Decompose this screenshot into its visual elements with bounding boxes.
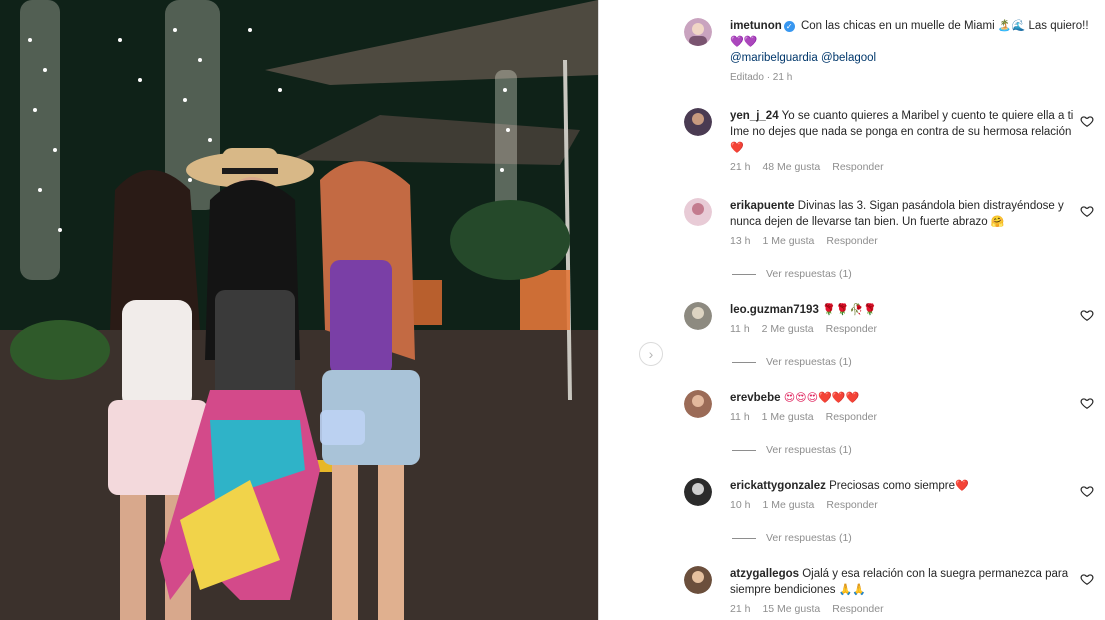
view-replies-link[interactable]: Ver respuestas (1) bbox=[732, 532, 852, 544]
edited-timestamp: Editado · 21 h bbox=[730, 72, 793, 83]
comment-item: yen_j_24 Yo se cuanto quieres a Maribel … bbox=[684, 108, 1094, 173]
heart-icon[interactable] bbox=[1080, 484, 1094, 498]
view-replies-label: Ver respuestas (1) bbox=[766, 268, 852, 280]
comment-text: erickattygonzalez Preciosas como siempre… bbox=[730, 478, 1094, 494]
avatar[interactable] bbox=[684, 478, 712, 506]
comment-text: yen_j_24 Yo se cuanto quieres a Maribel … bbox=[730, 108, 1094, 156]
view-replies-label: Ver respuestas (1) bbox=[766, 356, 852, 368]
comment-likes[interactable]: 15 Me gusta bbox=[762, 603, 820, 615]
comment-item: leo.guzman7193 🌹🌹🥀🌹 11 h 2 Me gusta Resp… bbox=[684, 302, 1094, 335]
comment-meta: 11 h 2 Me gusta Responder bbox=[730, 323, 1094, 335]
avatar[interactable] bbox=[684, 18, 712, 46]
comments-panel: imetunon ✓ Con las chicas en un muelle de… bbox=[672, 0, 1105, 620]
reply-button[interactable]: Responder bbox=[826, 499, 877, 511]
comment-emoji: 🙏🙏 bbox=[838, 583, 867, 596]
next-arrow-button[interactable]: › bbox=[639, 342, 663, 366]
caption-hearts: 💜💜 bbox=[730, 35, 758, 48]
comment-item: erickattygonzalez Preciosas como siempre… bbox=[684, 478, 1094, 511]
mention-link[interactable]: @maribelguardia bbox=[730, 52, 818, 64]
post-photo[interactable] bbox=[0, 0, 598, 620]
comment-item: erevbebe 😍😍😍❤️❤️❤️ 11 h 1 Me gusta Respo… bbox=[684, 390, 1094, 423]
comment-username[interactable]: erickattygonzalez bbox=[730, 480, 826, 492]
comment-item: atzygallegos Ojalá y esa relación con la… bbox=[684, 566, 1094, 615]
reply-button[interactable]: Responder bbox=[826, 411, 877, 423]
avatar[interactable] bbox=[684, 108, 712, 136]
comment-likes[interactable]: 2 Me gusta bbox=[762, 323, 814, 335]
comment-time: 11 h bbox=[730, 323, 750, 335]
panel-divider bbox=[598, 0, 599, 620]
verified-badge-icon: ✓ bbox=[783, 21, 795, 32]
comment-emoji: 😍😍😍❤️❤️❤️ bbox=[783, 391, 860, 404]
replies-line bbox=[732, 361, 756, 363]
comment-item: erikapuente Divinas las 3. Sigan pasándo… bbox=[684, 198, 1094, 247]
comment-time: 21 h bbox=[730, 161, 751, 173]
comment-username[interactable]: leo.guzman7193 bbox=[730, 304, 819, 316]
comment-likes[interactable]: 48 Me gusta bbox=[762, 161, 820, 173]
comment-emoji: 🤗 bbox=[990, 215, 1005, 228]
avatar[interactable] bbox=[684, 302, 712, 330]
heart-icon[interactable] bbox=[1080, 114, 1094, 128]
heart-icon[interactable] bbox=[1080, 572, 1094, 586]
photo-scene bbox=[0, 0, 598, 620]
comment-body: Yo se cuanto quieres a Maribel y cuento … bbox=[730, 110, 1074, 138]
reply-button[interactable]: Responder bbox=[826, 235, 877, 247]
comment-meta: 11 h 1 Me gusta Responder bbox=[730, 411, 1094, 423]
avatar[interactable] bbox=[684, 198, 712, 226]
replies-line bbox=[732, 273, 756, 275]
view-replies-link[interactable]: Ver respuestas (1) bbox=[732, 356, 852, 368]
caption-username[interactable]: imetunon bbox=[730, 20, 782, 32]
chevron-right-icon: › bbox=[648, 346, 654, 362]
comment-time: 21 h bbox=[730, 603, 751, 615]
comment-time: 13 h bbox=[730, 235, 751, 247]
comment-text: leo.guzman7193 🌹🌹🥀🌹 bbox=[730, 302, 1094, 318]
post-caption: imetunon ✓ Con las chicas en un muelle de… bbox=[684, 18, 1094, 83]
avatar[interactable] bbox=[684, 566, 712, 594]
replies-line bbox=[732, 537, 756, 539]
comment-body: Preciosas como siempre bbox=[829, 480, 955, 492]
reply-button[interactable]: Responder bbox=[826, 323, 877, 335]
comment-meta: 10 h 1 Me gusta Responder bbox=[730, 499, 1094, 511]
view-replies-label: Ver respuestas (1) bbox=[766, 444, 852, 456]
caption-text: imetunon ✓ Con las chicas en un muelle de… bbox=[730, 18, 1094, 66]
comment-meta: 13 h 1 Me gusta Responder bbox=[730, 235, 1094, 247]
view-replies-link[interactable]: Ver respuestas (1) bbox=[732, 268, 852, 280]
caption-emoji: 🏝️🌊 bbox=[997, 19, 1026, 32]
comment-emoji: ❤️ bbox=[954, 479, 969, 492]
comment-emoji: 🌹🌹🥀🌹 bbox=[822, 303, 877, 316]
comment-emoji: ❤️ bbox=[730, 141, 744, 154]
view-replies-link[interactable]: Ver respuestas (1) bbox=[732, 444, 852, 456]
heart-icon[interactable] bbox=[1080, 204, 1094, 218]
comment-likes[interactable]: 1 Me gusta bbox=[762, 411, 814, 423]
comment-likes[interactable]: 1 Me gusta bbox=[762, 499, 814, 511]
comment-username[interactable]: atzygallegos bbox=[730, 568, 799, 580]
avatar[interactable] bbox=[684, 390, 712, 418]
comment-username[interactable]: erevbebe bbox=[730, 392, 781, 404]
replies-line bbox=[732, 449, 756, 451]
comment-time: 11 h bbox=[730, 411, 750, 423]
mention-link[interactable]: @belagool bbox=[821, 52, 876, 64]
heart-icon[interactable] bbox=[1080, 308, 1094, 322]
reply-button[interactable]: Responder bbox=[832, 161, 883, 173]
caption-tail: Las quiero!! bbox=[1028, 20, 1089, 32]
reply-button[interactable]: Responder bbox=[832, 603, 883, 615]
comment-text: atzygallegos Ojalá y esa relación con la… bbox=[730, 566, 1094, 598]
comment-text: erevbebe 😍😍😍❤️❤️❤️ bbox=[730, 390, 1094, 406]
comment-meta: 21 h 48 Me gusta Responder bbox=[730, 161, 1094, 173]
comment-username[interactable]: yen_j_24 bbox=[730, 110, 779, 122]
heart-icon[interactable] bbox=[1080, 396, 1094, 410]
view-replies-label: Ver respuestas (1) bbox=[766, 532, 852, 544]
comment-text: erikapuente Divinas las 3. Sigan pasándo… bbox=[730, 198, 1094, 230]
comment-likes[interactable]: 1 Me gusta bbox=[762, 235, 814, 247]
comment-time: 10 h bbox=[730, 499, 751, 511]
comment-username[interactable]: erikapuente bbox=[730, 200, 795, 212]
comment-meta: 21 h 15 Me gusta Responder bbox=[730, 603, 1094, 615]
caption-body: Con las chicas en un muelle de Miami bbox=[800, 20, 995, 32]
